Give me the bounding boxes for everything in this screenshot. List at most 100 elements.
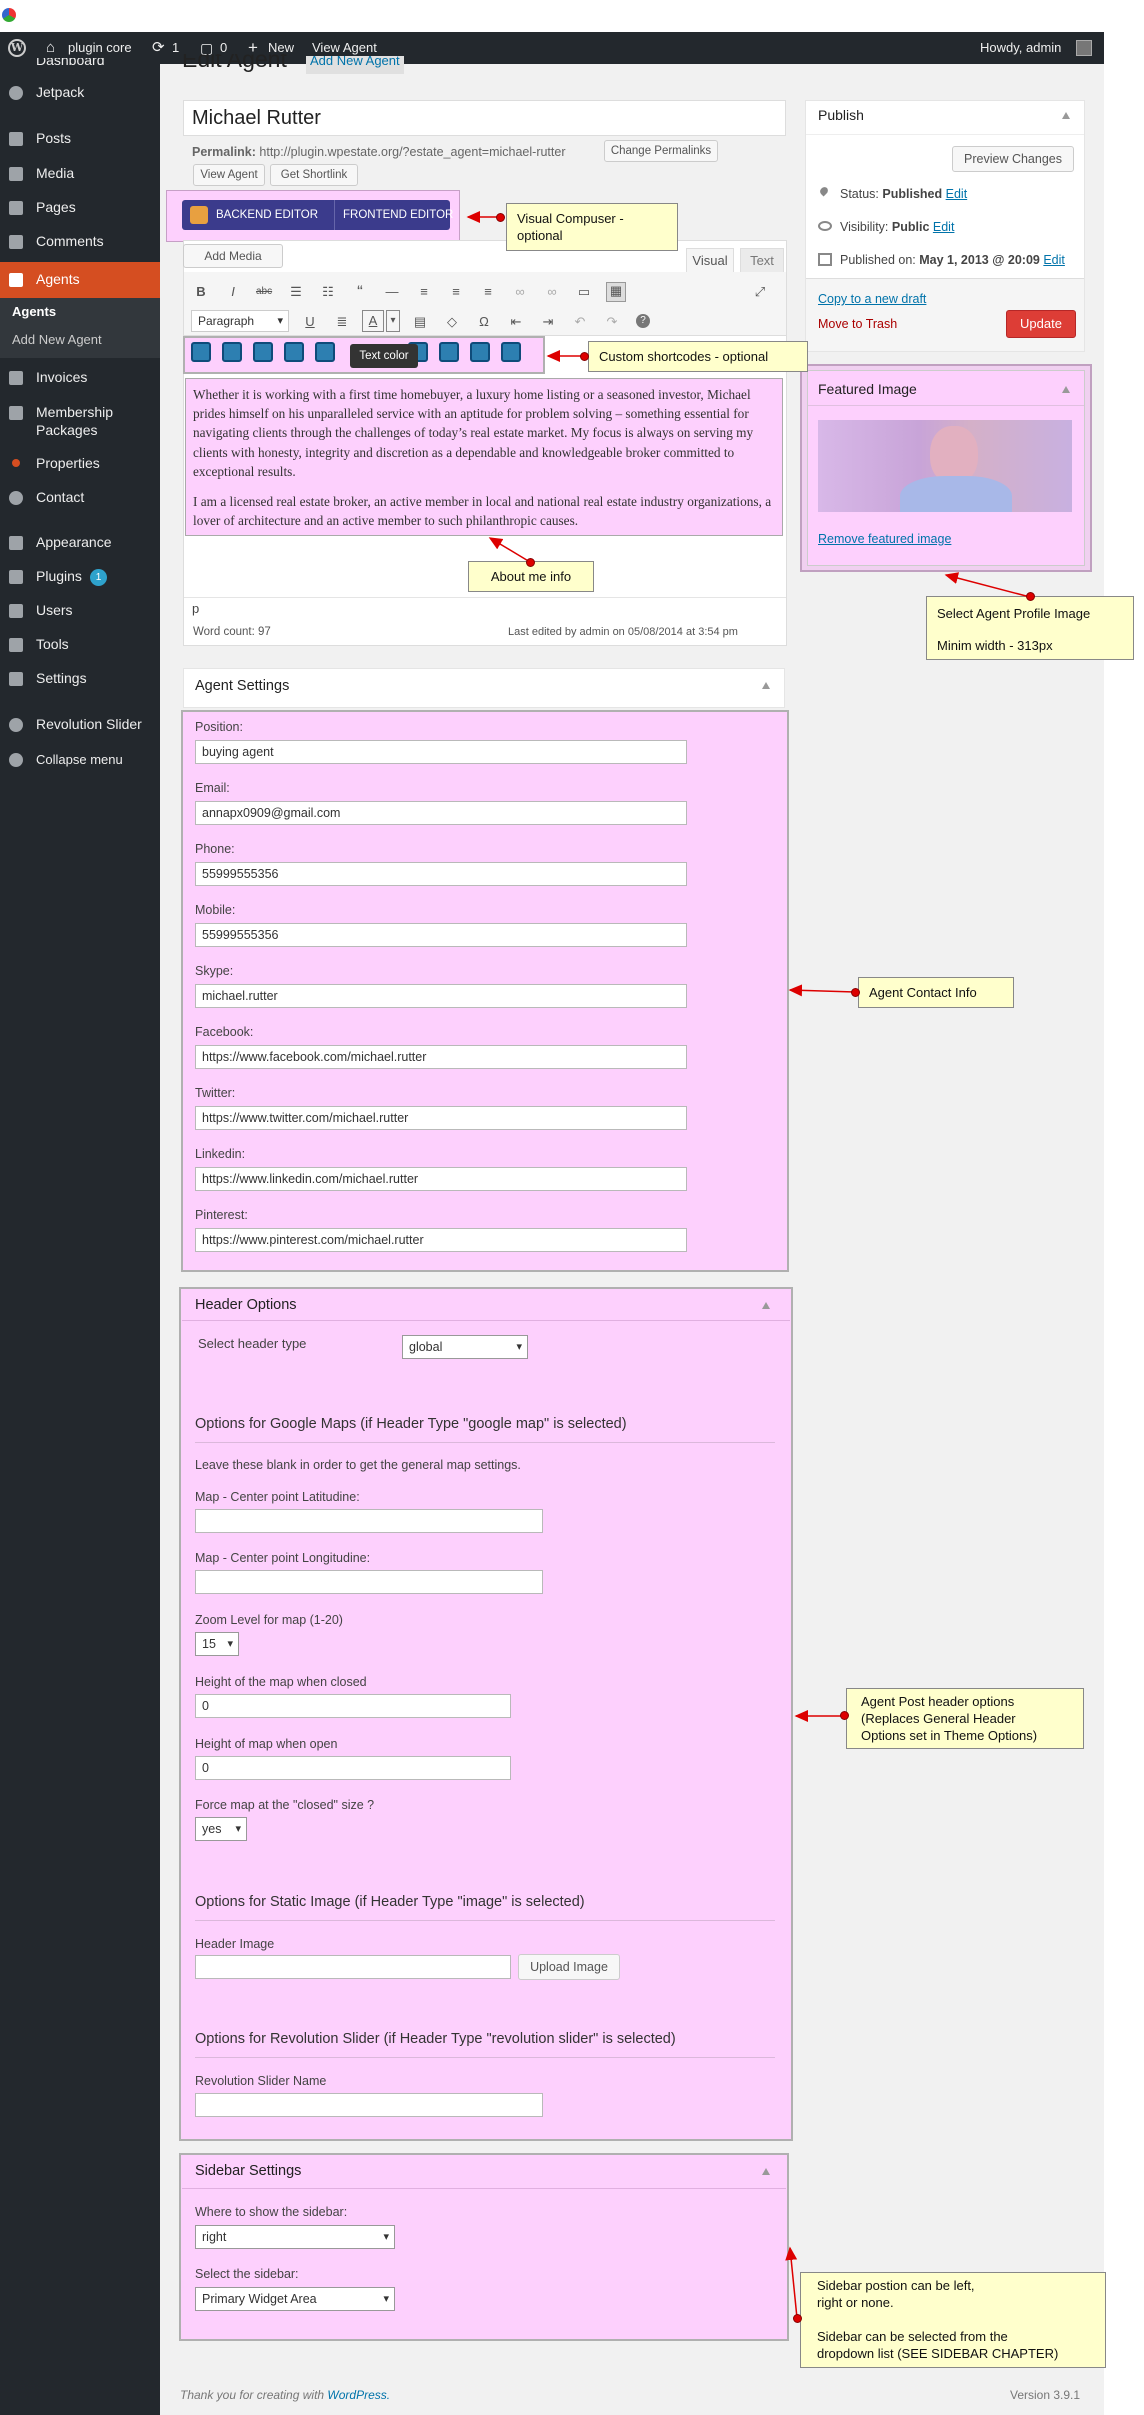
align-right-icon[interactable]: ≡ <box>480 284 496 300</box>
wordpress-link[interactable]: WordPress. <box>327 2388 390 2402</box>
shortcode-5-icon[interactable] <box>315 342 335 362</box>
unlink-icon[interactable]: ∞ <box>544 284 560 300</box>
lng-input[interactable] <box>195 1570 543 1594</box>
outdent-icon[interactable]: ⇤ <box>508 314 524 330</box>
sidebar-select[interactable]: Primary Widget Area <box>195 2287 395 2311</box>
shortcode-9-icon[interactable] <box>501 342 521 362</box>
updates-count[interactable]: 1 <box>172 32 179 64</box>
pin-icon <box>9 132 23 146</box>
align-center-icon[interactable]: ≡ <box>448 284 464 300</box>
agent-field-input[interactable]: https://www.facebook.com/michael.rutter <box>195 1045 687 1069</box>
indent-icon[interactable]: ⇥ <box>540 314 556 330</box>
shortcode-7-icon[interactable] <box>439 342 459 362</box>
clear-format-icon[interactable]: ◇ <box>444 314 460 330</box>
tab-visual[interactable]: Visual <box>686 248 734 272</box>
preview-changes-button[interactable]: Preview Changes <box>952 146 1074 172</box>
note-line: Agent Post header options <box>861 1694 1015 1709</box>
bold-icon[interactable]: B <box>193 284 209 300</box>
edit-date-link[interactable]: Edit <box>1043 253 1065 267</box>
force-map-select[interactable]: yes <box>195 1817 247 1841</box>
collapse-arrow-icon[interactable] <box>762 1302 770 1309</box>
strikethrough-icon[interactable]: abc <box>256 284 272 300</box>
italic-icon[interactable]: I <box>225 284 241 300</box>
omega-icon[interactable]: Ω <box>476 314 492 330</box>
height-closed-input[interactable]: 0 <box>195 1694 511 1718</box>
agent-field-input[interactable]: https://www.twitter.com/michael.rutter <box>195 1106 687 1130</box>
view-agent-button[interactable]: View Agent <box>193 164 265 186</box>
sidebar-position-select[interactable]: right <box>195 2225 395 2249</box>
avatar[interactable] <box>1076 40 1092 56</box>
move-to-trash-link[interactable]: Move to Trash <box>818 317 897 331</box>
get-shortlink-button[interactable]: Get Shortlink <box>270 164 358 186</box>
blockquote-icon[interactable]: “ <box>352 283 368 300</box>
menu-dashboard[interactable]: Dashboard <box>0 58 160 70</box>
copy-to-draft-link[interactable]: Copy to a new draft <box>818 292 926 306</box>
shortcode-2-icon[interactable] <box>222 342 242 362</box>
wordpress-logo-icon[interactable]: W <box>8 39 26 57</box>
fullscreen-icon[interactable]: ⤢ <box>752 284 768 300</box>
comments-icon <box>9 235 23 249</box>
rev-slider-input[interactable] <box>195 2093 543 2117</box>
edit-visibility-link[interactable]: Edit <box>933 220 955 234</box>
zoom-select[interactable]: 15 <box>195 1632 239 1656</box>
collapse-arrow-icon[interactable] <box>762 2168 770 2175</box>
link-icon[interactable]: ∞ <box>512 284 528 300</box>
horizontal-rule-icon[interactable]: — <box>384 284 400 300</box>
menu-agents[interactable]: Agents <box>0 262 160 298</box>
numbered-list-icon[interactable]: ☷ <box>320 284 336 300</box>
agent-field-input[interactable]: 55999555356 <box>195 923 687 947</box>
menu-label: Agents <box>36 271 80 287</box>
underline-icon[interactable]: U <box>302 314 318 330</box>
change-permalinks-button[interactable]: Change Permalinks <box>604 140 718 162</box>
agent-field-input[interactable]: michael.rutter <box>195 984 687 1008</box>
align-left-icon[interactable]: ≡ <box>416 284 432 300</box>
agent-profile-photo[interactable] <box>818 420 1072 512</box>
agent-field-input[interactable]: https://www.pinterest.com/michael.rutter <box>195 1228 687 1252</box>
format-select[interactable]: Paragraph <box>191 310 289 332</box>
add-media-button[interactable]: Add Media <box>183 244 283 268</box>
editor-content[interactable]: Whether it is working with a first time … <box>193 385 777 530</box>
collapse-arrow-icon[interactable] <box>1062 386 1070 393</box>
callout-dot <box>851 988 860 997</box>
agent-field-label: Facebook: <box>195 1025 254 1039</box>
last-edited: Last edited by admin on 05/08/2014 at 3:… <box>508 626 738 638</box>
shortcode-3-icon[interactable] <box>253 342 273 362</box>
tab-text[interactable]: Text <box>740 248 784 272</box>
agent-field-input[interactable]: annapx0909@gmail.com <box>195 801 687 825</box>
upload-image-button[interactable]: Upload Image <box>518 1954 620 1980</box>
header-image-input[interactable] <box>195 1955 511 1979</box>
collapse-arrow-icon[interactable] <box>762 682 770 689</box>
menu-label: Invoices <box>36 369 88 385</box>
paste-text-icon[interactable]: ▤ <box>412 314 428 330</box>
frontend-editor-button[interactable]: FRONTEND EDITOR <box>334 200 453 230</box>
remove-featured-image-link[interactable]: Remove featured image <box>818 532 951 546</box>
agent-field-input[interactable]: buying agent <box>195 740 687 764</box>
title-input[interactable]: Michael Rutter <box>183 100 786 136</box>
text-color-icon[interactable]: A <box>362 310 384 332</box>
toolbar-toggle-icon[interactable]: ▦ <box>606 282 626 302</box>
read-more-icon[interactable]: ▭ <box>576 284 592 300</box>
agent-field-input[interactable]: https://www.linkedin.com/michael.rutter <box>195 1167 687 1191</box>
bullet-list-icon[interactable]: ☰ <box>288 284 304 300</box>
refresh-icon <box>9 718 23 732</box>
permalink-url[interactable]: http://plugin.wpestate.org/?estate_agent… <box>259 145 565 159</box>
backend-editor-button[interactable]: BACKEND EDITOR <box>216 200 318 230</box>
lat-input[interactable] <box>195 1509 543 1533</box>
collapse-arrow-icon[interactable] <box>1062 112 1070 119</box>
header-type-select[interactable]: global <box>402 1335 528 1359</box>
redo-icon[interactable]: ↷ <box>604 314 620 330</box>
shortcode-1-icon[interactable] <box>191 342 211 362</box>
height-open-input[interactable]: 0 <box>195 1756 511 1780</box>
note-profile-image: Select Agent Profile Image Minim width - … <box>926 596 1134 660</box>
chevron-down-icon[interactable]: ▾ <box>386 310 400 332</box>
undo-icon[interactable]: ↶ <box>572 314 588 330</box>
shortcode-4-icon[interactable] <box>284 342 304 362</box>
update-button[interactable]: Update <box>1006 310 1076 338</box>
help-icon[interactable]: ? <box>636 314 650 328</box>
edit-status-link[interactable]: Edit <box>946 187 968 201</box>
shortcode-8-icon[interactable] <box>470 342 490 362</box>
justify-icon[interactable]: ≣ <box>334 314 350 330</box>
agent-field-input[interactable]: 55999555356 <box>195 862 687 886</box>
add-new-agent-button[interactable]: Add New Agent <box>306 56 404 74</box>
howdy-account-link[interactable]: Howdy, admin <box>980 32 1061 64</box>
